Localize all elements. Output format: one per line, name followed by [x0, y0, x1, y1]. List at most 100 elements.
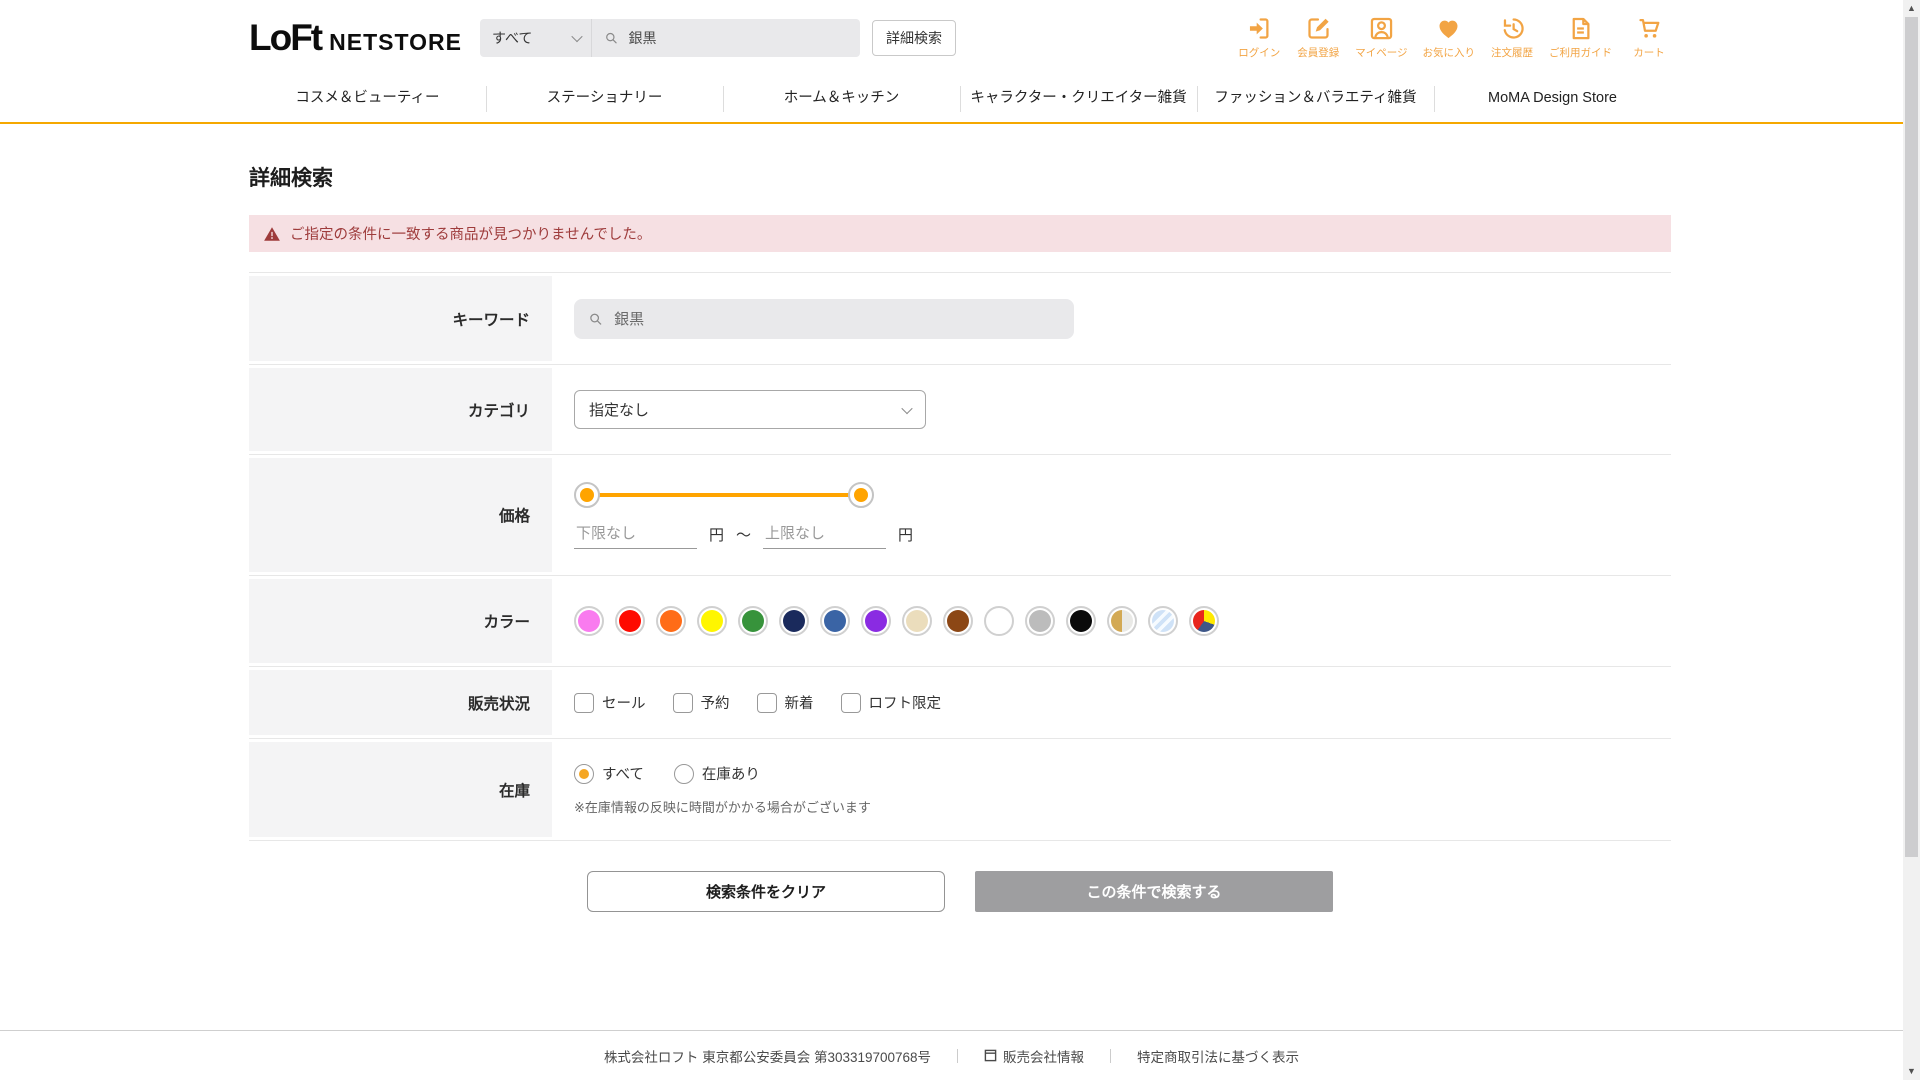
sales-row-label: 販売状況	[249, 670, 552, 735]
price-unit-label: 円	[898, 526, 914, 544]
footer-link-company-info[interactable]: 販売会社情報	[984, 1046, 1084, 1066]
color-swatch-white[interactable]	[984, 606, 1014, 636]
submit-search-button[interactable]: この条件で検索する	[975, 871, 1333, 912]
guide-label: ご利用ガイド	[1549, 47, 1612, 59]
sales-option-reserve[interactable]: 予約	[672, 692, 730, 713]
guide-link[interactable]: ご利用ガイド	[1549, 15, 1612, 60]
stock-options: すべて 在庫あり	[574, 763, 760, 784]
color-swatch-green[interactable]	[738, 606, 768, 636]
footer-divider	[957, 1048, 959, 1063]
search-category-select[interactable]: すべて	[479, 18, 592, 57]
form-row-category: カテゴリ 指定なし	[249, 365, 1671, 455]
color-swatch-black[interactable]	[1066, 606, 1096, 636]
color-swatch-navy[interactable]	[779, 606, 809, 636]
checkbox-icon[interactable]	[574, 692, 594, 713]
favorite-link[interactable]: お気に入り	[1422, 15, 1476, 60]
nav-item-stationery[interactable]: ステーショナリー	[486, 75, 723, 122]
clear-search-button[interactable]: 検索条件をクリア	[587, 871, 945, 912]
nav-item-cosme[interactable]: コスメ＆ビューティー	[249, 75, 486, 122]
nav-item-fashion-variety[interactable]: ファッション＆バラエティ雑貨	[1197, 75, 1434, 122]
color-swatch-orange[interactable]	[656, 606, 686, 636]
form-actions: 検索条件をクリア この条件で検索する	[249, 871, 1671, 912]
price-range-slider	[574, 481, 874, 508]
color-swatch-multicolor[interactable]	[1189, 606, 1219, 636]
mypage-label: マイページ	[1355, 47, 1408, 59]
color-swatch-yellow-fill	[701, 610, 723, 632]
price-slider-handle-max[interactable]	[848, 481, 874, 508]
checkbox-icon[interactable]	[840, 692, 861, 713]
color-swatch-purple[interactable]	[861, 606, 891, 636]
chevron-down-icon	[901, 402, 913, 414]
category-select[interactable]: 指定なし	[574, 390, 926, 429]
stock-option-all[interactable]: すべて	[574, 763, 644, 784]
loft-logo[interactable]: LoFt NETSTORE	[249, 17, 462, 59]
color-swatch-gray[interactable]	[1025, 606, 1055, 636]
slider-track	[587, 492, 861, 497]
login-link[interactable]: ログイン	[1237, 15, 1281, 60]
price-min-input[interactable]	[574, 524, 697, 549]
search-category-value: すべて	[491, 29, 533, 46]
form-row-color: カラー	[249, 576, 1671, 667]
color-swatch-yellow[interactable]	[697, 606, 727, 636]
cart-link[interactable]: カート	[1627, 15, 1671, 60]
form-row-stock: 在庫 すべて 在庫あり ※在庫情報の反映に時間がかかる場合がございます	[249, 739, 1671, 841]
history-icon	[1503, 18, 1524, 39]
nav-item-character[interactable]: キャラクター・クリエイター雑貨	[960, 75, 1197, 122]
sales-option-new[interactable]: 新着	[756, 692, 814, 713]
color-swatch-beige[interactable]	[902, 606, 932, 636]
color-swatch-beige-fill	[906, 610, 928, 632]
checkbox-icon[interactable]	[756, 692, 777, 713]
no-results-alert: ご指定の条件に一致する商品が見つかりませんでした。	[249, 215, 1671, 252]
keyword-input[interactable]	[612, 309, 1060, 328]
form-row-keyword: キーワード	[249, 273, 1671, 365]
price-max-input[interactable]	[763, 524, 887, 549]
scrollbar-thumb[interactable]	[1905, 17, 1918, 857]
color-swatch-white-fill	[988, 610, 1010, 632]
detail-search-button[interactable]: 詳細検索	[871, 19, 956, 56]
checkbox-icon[interactable]	[672, 692, 693, 713]
keyword-input-wrap	[574, 298, 1074, 339]
logo-secondary-text: NETSTORE	[329, 28, 462, 55]
sales-option-sale-label: セール	[602, 696, 646, 712]
color-swatch-pink[interactable]	[574, 606, 604, 636]
color-swatch-blue[interactable]	[820, 606, 850, 636]
price-row-label: 価格	[249, 458, 552, 572]
color-swatch-clear-fill	[1152, 610, 1174, 632]
nav-item-moma[interactable]: MoMA Design Store	[1434, 75, 1671, 122]
stock-note: ※在庫情報の反映に時間がかかる場合がございます	[574, 800, 871, 815]
color-swatch-red-fill	[619, 610, 641, 632]
sales-option-reserve-label: 予約	[700, 696, 730, 712]
register-link[interactable]: 会員登録	[1296, 15, 1340, 60]
color-swatch-green-fill	[742, 610, 764, 632]
color-swatch-red[interactable]	[615, 606, 645, 636]
sales-option-loft-limited[interactable]: ロフト限定	[840, 692, 941, 713]
main-content: 詳細検索 ご指定の条件に一致する商品が見つかりませんでした。 キーワード カテゴ…	[249, 162, 1671, 912]
radio-icon[interactable]	[673, 763, 694, 784]
favorite-label: お気に入り	[1422, 47, 1476, 59]
color-swatch-gray-fill	[1029, 610, 1051, 632]
cart-label: カート	[1633, 47, 1665, 59]
footer-divider	[1110, 1048, 1112, 1063]
detail-search-button-label: 詳細検索	[885, 29, 942, 46]
scrollbar: ▲ ▼	[1903, 0, 1920, 1080]
register-icon	[1308, 18, 1329, 39]
color-swatch-gold-silver[interactable]	[1107, 606, 1137, 636]
mypage-link[interactable]: マイページ	[1355, 15, 1408, 60]
order-history-link[interactable]: 注文履歴	[1490, 15, 1534, 60]
nav-item-home-kitchen[interactable]: ホーム＆キッチン	[723, 75, 960, 122]
login-label: ログイン	[1238, 47, 1281, 59]
header-search-bar: すべて 詳細検索	[479, 18, 956, 57]
sales-option-sale[interactable]: セール	[574, 692, 646, 713]
color-swatch-clear[interactable]	[1148, 606, 1178, 636]
scrollbar-up-arrow[interactable]: ▲	[1903, 0, 1920, 17]
mypage-icon	[1370, 17, 1393, 40]
radio-selected-icon[interactable]	[574, 763, 594, 784]
header-search-input[interactable]	[626, 28, 848, 47]
stock-option-in-stock[interactable]: 在庫あり	[673, 763, 760, 784]
scrollbar-down-arrow[interactable]: ▼	[1903, 1063, 1920, 1080]
color-swatch-black-fill	[1070, 610, 1092, 632]
price-inputs: 円 ～ 円	[574, 524, 913, 549]
price-slider-handle-min[interactable]	[574, 481, 600, 508]
footer-link-commerce-law[interactable]: 特定商取引法に基づく表示	[1137, 1046, 1299, 1066]
color-swatch-brown[interactable]	[943, 606, 973, 636]
